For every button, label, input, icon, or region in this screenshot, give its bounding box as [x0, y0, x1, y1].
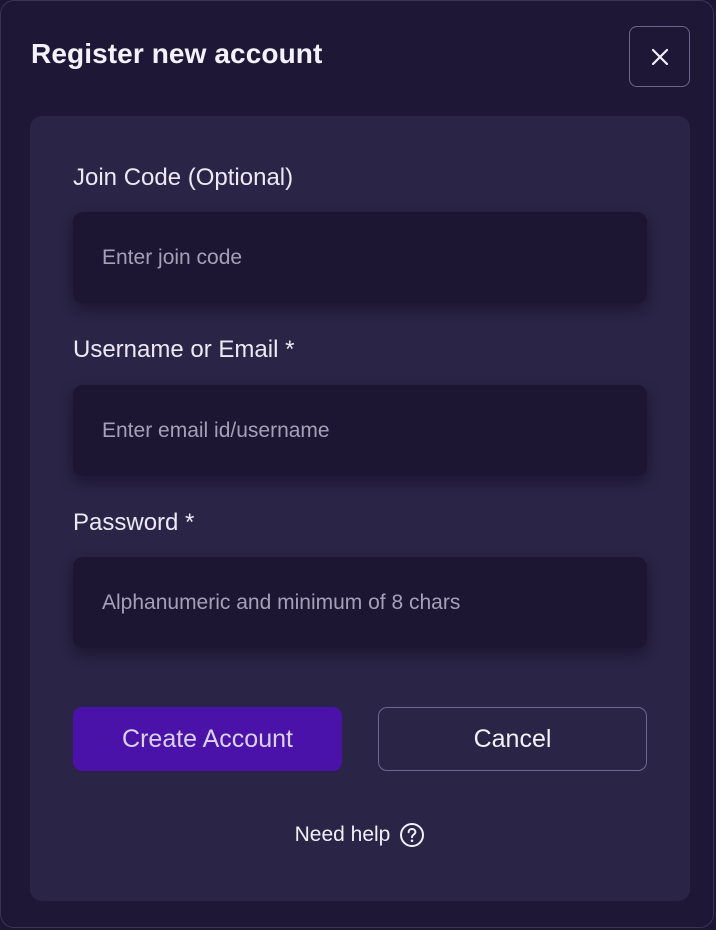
password-label: Password *: [73, 509, 195, 536]
close-button[interactable]: [629, 26, 690, 87]
cancel-button[interactable]: Cancel: [378, 707, 647, 771]
join-code-label: Join Code (Optional): [73, 164, 294, 191]
need-help-link[interactable]: Need help: [30, 822, 690, 848]
register-modal: Register new account Join Code (Optional…: [0, 0, 714, 928]
join-code-input[interactable]: [73, 212, 647, 303]
register-form: Join Code (Optional) Username or Email *…: [30, 116, 690, 901]
question-circle-icon: [400, 823, 425, 847]
password-input[interactable]: [73, 557, 647, 648]
modal-title: Register new account: [31, 38, 323, 69]
close-icon: [651, 48, 668, 65]
need-help-label: Need help: [294, 823, 391, 846]
username-input[interactable]: [73, 385, 647, 476]
username-label: Username or Email *: [73, 336, 295, 363]
create-account-button[interactable]: Create Account: [73, 707, 342, 771]
